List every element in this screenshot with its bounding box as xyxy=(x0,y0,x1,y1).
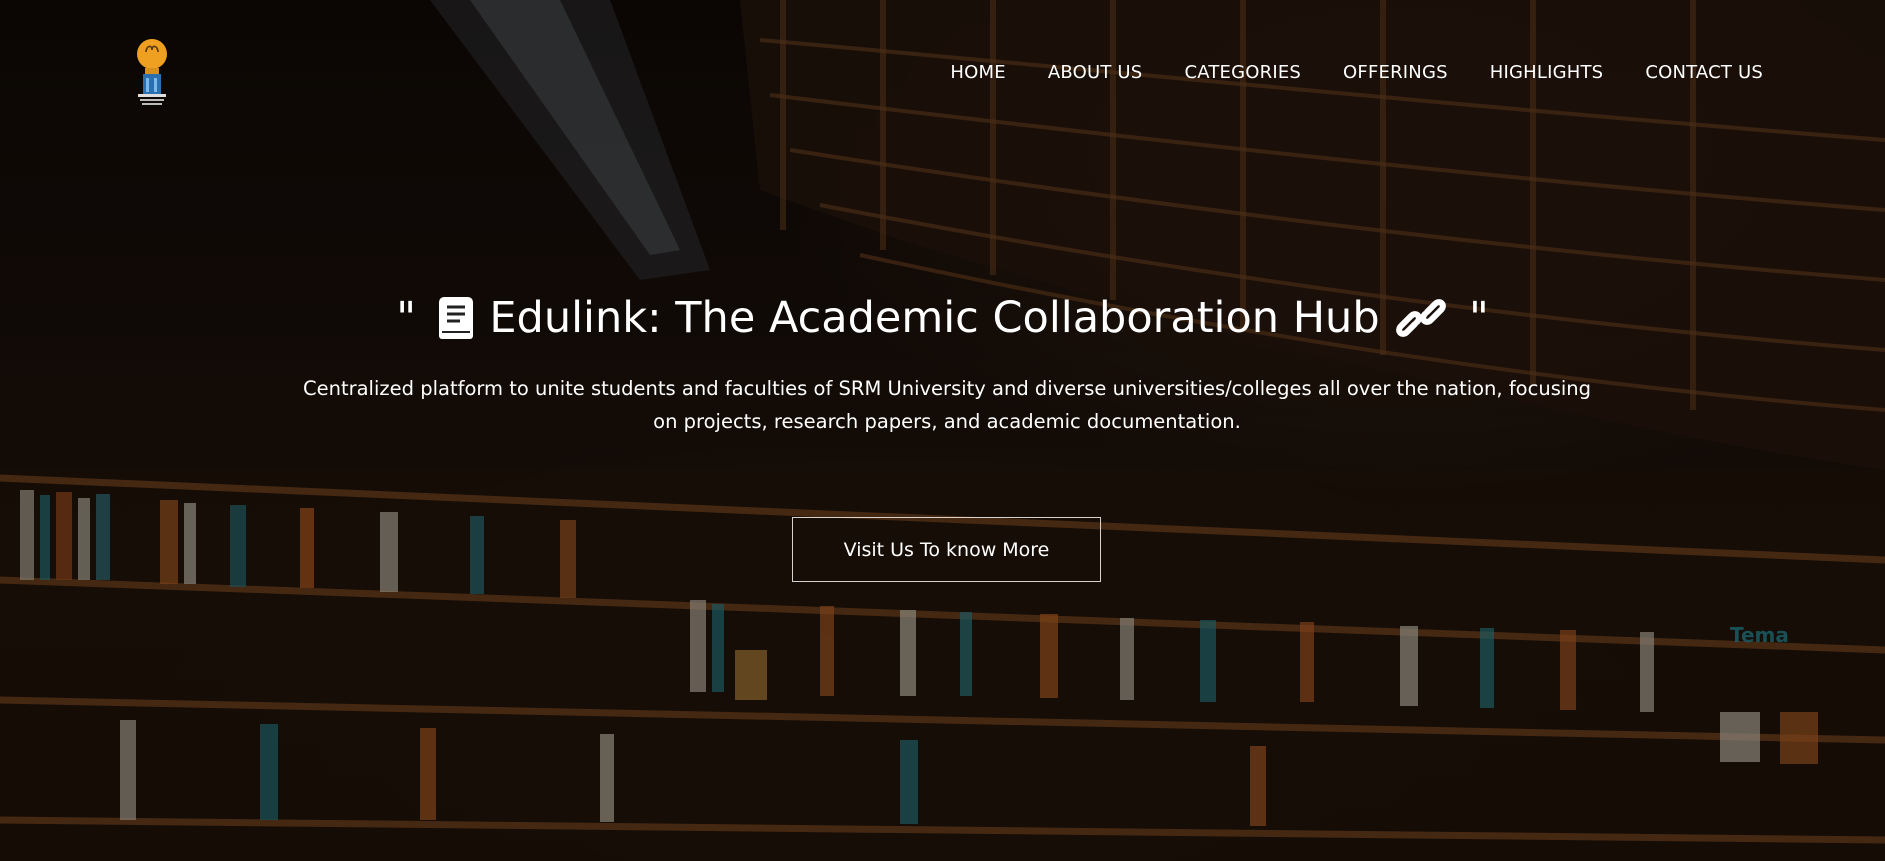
title-quote-open: " xyxy=(396,293,417,343)
nav-about-us[interactable]: ABOUT US xyxy=(1048,62,1143,83)
title-quote-close: " xyxy=(1468,293,1489,343)
nav-offerings[interactable]: OFFERINGS xyxy=(1343,62,1448,83)
hero-title-text: Edulink: The Academic Collaboration Hub xyxy=(489,293,1380,343)
site-header: HOME ABOUT US CATEGORIES OFFERINGS HIGHL… xyxy=(0,0,1885,150)
book-icon xyxy=(436,294,476,358)
nav-categories[interactable]: CATEGORIES xyxy=(1184,62,1301,83)
visit-us-button[interactable]: Visit Us To know More xyxy=(792,517,1101,582)
lightbulb-logo-icon[interactable] xyxy=(132,34,172,110)
nav-contact-us[interactable]: CONTACT US xyxy=(1645,62,1763,83)
hero-subtitle: Centralized platform to unite students a… xyxy=(302,377,1592,433)
link-icon xyxy=(1393,294,1449,358)
hero-section: Tema HOME ABOUT US CATEGORIES OFFERINGS … xyxy=(0,0,1885,861)
hero-title: " Edulink: The Academic Collaboration Hu… xyxy=(0,286,1885,358)
main-nav: HOME ABOUT US CATEGORIES OFFERINGS HIGHL… xyxy=(908,62,1763,83)
background-sign: Tema xyxy=(1730,623,1789,647)
nav-highlights[interactable]: HIGHLIGHTS xyxy=(1490,62,1604,83)
nav-home[interactable]: HOME xyxy=(950,62,1005,83)
